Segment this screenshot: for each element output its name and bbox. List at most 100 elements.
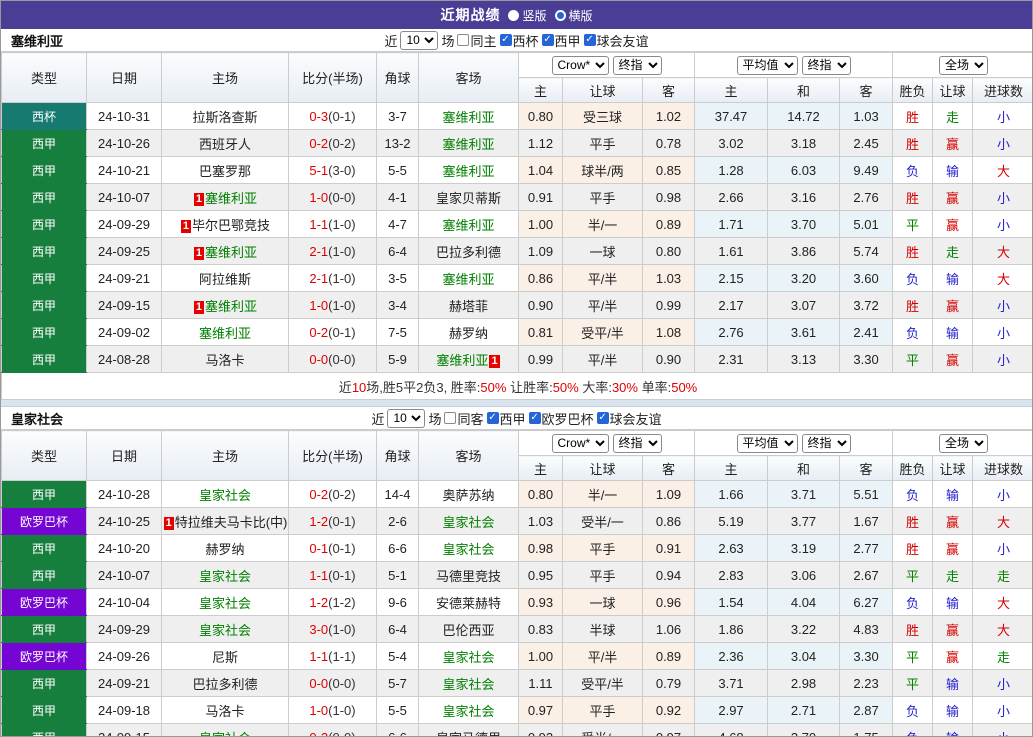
odds-home-cell: 0.80	[518, 102, 563, 130]
corners-cell: 3-5	[376, 264, 419, 292]
average-select[interactable]: 平均值	[736, 55, 798, 75]
odds-stage-select[interactable]: 终指	[612, 55, 662, 75]
corners-cell: 5-7	[376, 669, 419, 697]
checkbox-checked-icon[interactable]	[541, 34, 554, 46]
scope-select[interactable]: 全场	[939, 433, 989, 453]
match-row: 西杯 24-10-31 拉斯洛查斯 0-3(0-1) 3-7 塞维利亚 0.80 受三球 1.0…	[1, 102, 1032, 130]
checkbox-checked-icon[interactable]	[486, 412, 499, 424]
avg-home-cell: 2.63	[694, 534, 769, 562]
filter-checkbox[interactable]: 欧罗巴杯	[528, 409, 594, 428]
match-row: 西甲 24-10-07 皇家社会 1-1(0-1) 5-1 马德里竞技 0.95 平手 0.94…	[1, 561, 1032, 589]
checkbox-unchecked-icon[interactable]	[444, 412, 457, 424]
avg-away-cell: 1.67	[839, 507, 894, 535]
match-row: 西甲 24-09-21 阿拉维斯 2-1(1-0) 3-5 塞维利亚 0.86 平/半 1.03…	[1, 264, 1032, 292]
filter-checkbox[interactable]: 同客	[444, 409, 484, 428]
scope-select[interactable]: 全场	[939, 55, 989, 75]
column-header: 角球	[376, 52, 419, 103]
average-select[interactable]: 平均值	[736, 433, 798, 453]
score-cell: 0-0(0-0)	[288, 345, 377, 373]
competition-cell: 西甲	[1, 615, 87, 643]
odds-away-cell: 0.98	[641, 183, 696, 211]
filter-checkbox[interactable]: 西甲	[486, 409, 526, 428]
corners-cell: 3-7	[376, 102, 419, 130]
checkbox-unchecked-icon[interactable]	[457, 34, 470, 46]
fulltime-score: 0-3	[309, 108, 329, 124]
bookmaker-select[interactable]: Crow*	[551, 433, 609, 453]
result-wdl-cell: 平	[892, 561, 934, 589]
odds-away-cell: 0.86	[641, 507, 696, 535]
score-cell: 0-1(0-1)	[288, 534, 377, 562]
filter-checkbox[interactable]: 西杯	[499, 31, 539, 50]
team-link: 拉斯洛查斯	[192, 109, 258, 125]
score-cell: 1-1(1-0)	[288, 210, 377, 238]
fulltime-score: 0-1	[309, 540, 329, 556]
checkbox-label: 同客	[457, 411, 484, 427]
avg-draw-cell: 2.71	[767, 696, 841, 724]
team-link: 皇家社会	[198, 622, 251, 638]
filter-checkbox[interactable]: 球会友谊	[583, 31, 649, 50]
result-goals-cell: 小	[972, 534, 1032, 562]
result-goals-cell: 大	[972, 264, 1032, 292]
halftime-score: (0-1)	[328, 540, 356, 556]
bookmaker-select-group: Crow* 终指	[517, 52, 696, 78]
result-goals-cell: 大	[972, 507, 1032, 535]
result-wdl-cell: 平	[892, 345, 934, 373]
layout-radio-vertical[interactable]: 竖版	[508, 7, 547, 24]
team-link: 塞维利亚	[436, 352, 489, 368]
radio-button-icon[interactable]	[508, 9, 520, 21]
home-team-cell: 马洛卡	[161, 696, 289, 724]
title-bar: 近期战绩 竖版 横版	[1, 1, 1032, 29]
column-subheader: 让球	[562, 77, 643, 103]
team-link: 塞维利亚	[205, 244, 258, 260]
avg-home-cell: 1.54	[694, 588, 769, 616]
result-wdl-cell: 负	[892, 156, 934, 184]
matches-label: 场	[428, 411, 442, 427]
handicap-cell: 平/半	[562, 345, 643, 373]
summary-segment: 近	[338, 379, 352, 395]
match-row: 欧罗巴杯 24-10-04 皇家社会 1-2(1-2) 9-6 安德莱赫特 0.93 一球 0.…	[1, 588, 1032, 616]
column-header: 日期	[86, 430, 162, 481]
competition-cell: 西甲	[1, 561, 87, 589]
filter-checkbox[interactable]: 球会友谊	[596, 409, 662, 428]
avg-away-cell: 3.60	[839, 264, 894, 292]
corners-cell: 6-6	[376, 534, 419, 562]
odds-home-cell: 0.98	[518, 534, 563, 562]
avg-draw-cell: 3.06	[767, 561, 841, 589]
odds-away-cell: 1.08	[641, 318, 696, 346]
result-handicap-cell: 赢	[932, 642, 974, 670]
fulltime-score: 1-1	[309, 567, 329, 583]
avg-away-cell: 2.87	[839, 696, 894, 724]
avg-home-cell: 2.97	[694, 696, 769, 724]
corners-cell: 4-1	[376, 183, 419, 211]
checkbox-checked-icon[interactable]	[583, 34, 596, 46]
filter-checkbox[interactable]: 同主	[457, 31, 497, 50]
handicap-cell: 平手	[562, 696, 643, 724]
column-subheader: 主	[694, 77, 769, 103]
handicap-cell: 平/半	[562, 642, 643, 670]
odds-home-cell: 1.00	[518, 210, 563, 238]
team-link: 塞维利亚	[205, 298, 258, 314]
checkbox-checked-icon[interactable]	[528, 412, 541, 424]
result-handicap-cell: 输	[932, 588, 974, 616]
average-stage-select[interactable]: 终指	[801, 55, 851, 75]
corners-cell: 5-9	[376, 345, 419, 373]
result-wdl-cell: 胜	[892, 129, 934, 157]
home-team-cell: 1 塞维利亚	[161, 291, 289, 319]
filter-checkbox[interactable]: 西甲	[541, 31, 581, 50]
result-goals-cell: 小	[972, 318, 1032, 346]
match-count-select[interactable]: 10	[387, 408, 426, 428]
radio-button-icon[interactable]	[554, 9, 566, 21]
avg-draw-cell: 3.04	[767, 642, 841, 670]
result-handicap-cell: 输	[932, 318, 974, 346]
average-stage-select[interactable]: 终指	[801, 433, 851, 453]
odds-away-cell: 0.90	[641, 345, 696, 373]
bookmaker-select[interactable]: Crow*	[551, 55, 609, 75]
odds-stage-select[interactable]: 终指	[612, 433, 662, 453]
fulltime-score: 0-2	[309, 729, 329, 737]
checkbox-checked-icon[interactable]	[596, 412, 609, 424]
match-count-select[interactable]: 10	[400, 30, 439, 50]
result-handicap-cell: 输	[932, 156, 974, 184]
checkbox-checked-icon[interactable]	[499, 34, 512, 46]
summary-segment: 50%	[480, 379, 507, 395]
layout-radio-horizontal[interactable]: 横版	[554, 7, 593, 24]
